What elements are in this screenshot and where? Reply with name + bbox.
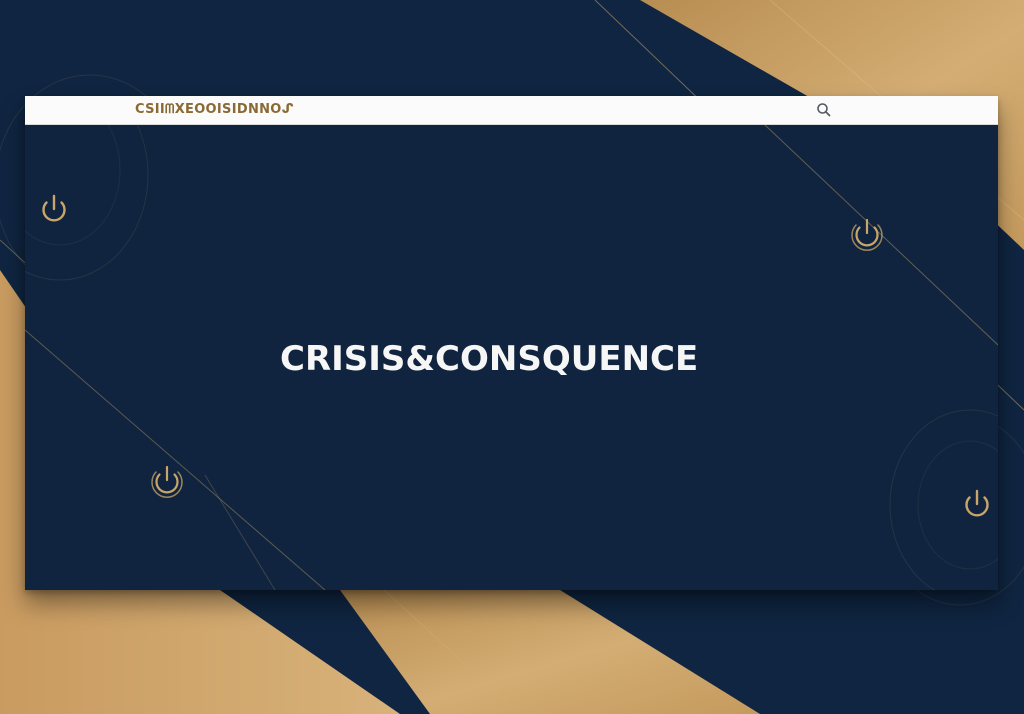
power-icon[interactable] bbox=[147, 460, 187, 500]
power-icon[interactable] bbox=[957, 483, 997, 523]
screen: CSIIᗰXEOOISIDNNOᔑ CRISIS&CONSQUENCE bbox=[0, 0, 1024, 714]
search-icon[interactable] bbox=[815, 101, 833, 119]
power-icon[interactable] bbox=[34, 188, 74, 228]
brand-logo-text[interactable]: CSIIᗰXEOOISIDNNOᔑ bbox=[135, 101, 294, 119]
power-icon[interactable] bbox=[847, 213, 887, 253]
browser-window: CSIIᗰXEOOISIDNNOᔑ CRISIS&CONSQUENCE bbox=[25, 96, 998, 590]
hero-title: CRISIS&CONSQUENCE bbox=[280, 339, 699, 379]
top-bar: CSIIᗰXEOOISIDNNOᔑ bbox=[25, 96, 998, 125]
hero-area: CRISIS&CONSQUENCE bbox=[25, 125, 998, 590]
